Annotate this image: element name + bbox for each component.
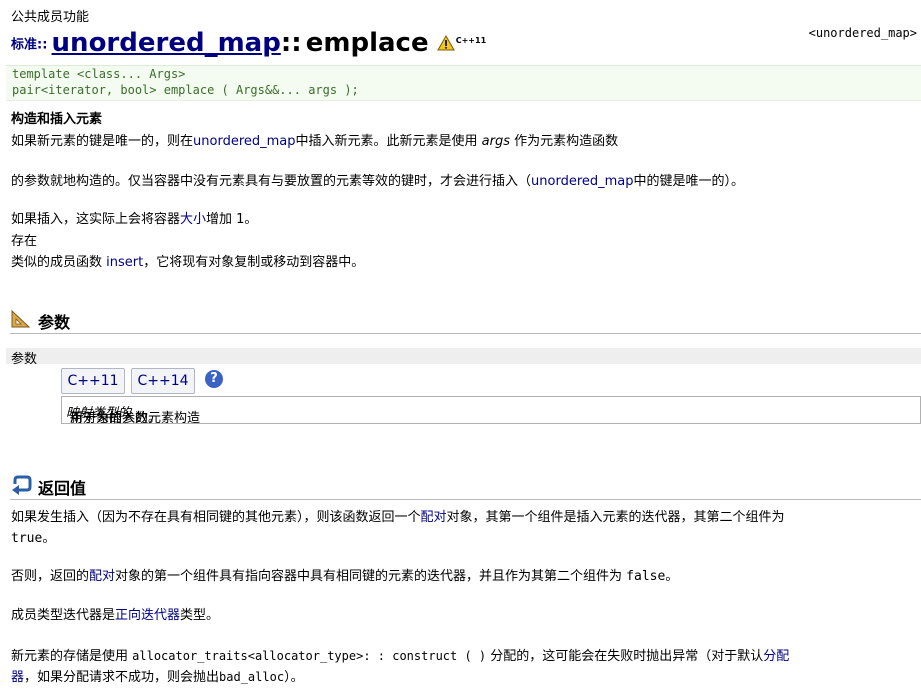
namespace-label: 标准:: <box>11 37 48 53</box>
prototype-block: template <class... Args> pair<iterator, … <box>6 65 921 101</box>
insert-link[interactable]: insert <box>106 255 143 270</box>
parameters-bar: 参数 <box>6 348 921 367</box>
description-heading: 构造和插入元素 <box>11 112 103 127</box>
parameters-section-header: 参数 <box>10 307 921 334</box>
set-square-icon <box>11 309 31 328</box>
description-paragraph: 类似的成员函数 insert，它将现有对象复制或移动到容器中。 <box>11 255 365 270</box>
help-icon[interactable]: ? <box>205 370 223 388</box>
return-paragraph: 如果发生插入（因为不存在具有相同键的其他元素），则该函数返回一个配对对象，其第一… <box>11 510 785 525</box>
tab-cpp11[interactable]: C++11 <box>61 368 125 394</box>
class-link[interactable]: unordered_map <box>52 28 281 58</box>
unordered-map-link[interactable]: unordered_map <box>531 174 634 189</box>
unordered-map-link[interactable]: unordered_map <box>193 134 296 149</box>
badge-text: C++11 <box>455 36 487 45</box>
cpp11-warning-icon: C++11 <box>436 34 486 52</box>
return-arrow-icon <box>12 475 32 495</box>
return-section-header: 返回值 <box>10 473 921 500</box>
page-title: 标准:: unordered_map:: emplace C++11 <box>11 28 486 62</box>
description-paragraph: 存在 <box>11 234 38 249</box>
prototype-line: pair<iterator, bool> emplace ( Args&&...… <box>12 83 359 97</box>
prototype-line: template <class... Args> <box>12 67 186 81</box>
description-paragraph: 的参数就地构造的。仅当容器中没有元素具有与要放置的元素等效的键时，才会进行插入（… <box>11 174 745 189</box>
pair-link[interactable]: 配对 <box>89 569 115 584</box>
size-link[interactable]: 大小 <box>180 212 206 227</box>
return-paragraph: 新元素的存储是使用 allocator_traits<allocator_typ… <box>11 649 790 664</box>
description-paragraph: 如果插入，这实际上会将容器大小增加 1。 <box>11 212 258 227</box>
return-paragraph: 成员类型迭代器是正向迭代器类型。 <box>11 608 220 623</box>
description-paragraph: 如果新元素的键是唯一的，则在unordered_map中插入新元素。此新元素是使… <box>11 134 619 149</box>
parameter-description-box: 用于为插入的元素构造 映射类型的 新对象的参数。 <box>61 396 921 426</box>
scope-separator: :: <box>280 28 302 58</box>
tab-cpp14[interactable]: C++14 <box>131 368 195 394</box>
pair-link[interactable]: 配对 <box>421 510 447 525</box>
parameters-bar-label: 参数 <box>11 352 38 367</box>
section-label: 公共成员功能 <box>11 10 90 25</box>
return-paragraph: 器，如果分配请求不成功，则会抛出bad_alloc）。 <box>11 670 304 685</box>
forward-iterator-link[interactable]: 正向迭代器 <box>115 608 180 623</box>
return-paragraph: true。 <box>11 531 56 546</box>
return-paragraph: 否则，返回的配对对象的第一个组件具有指向容器中具有相同键的元素的迭代器，并且作为… <box>11 569 679 584</box>
return-title: 返回值 <box>38 479 87 498</box>
parameters-title: 参数 <box>38 313 71 332</box>
allocator-link[interactable]: 分配 <box>763 649 789 664</box>
function-name: emplace <box>305 28 429 58</box>
allocator-link[interactable]: 器 <box>11 670 24 685</box>
header-reference: <unordered_map> <box>808 26 917 40</box>
parameter-description: 用于为插入的元素构造 映射类型的 新对象的参数。 <box>66 406 201 426</box>
